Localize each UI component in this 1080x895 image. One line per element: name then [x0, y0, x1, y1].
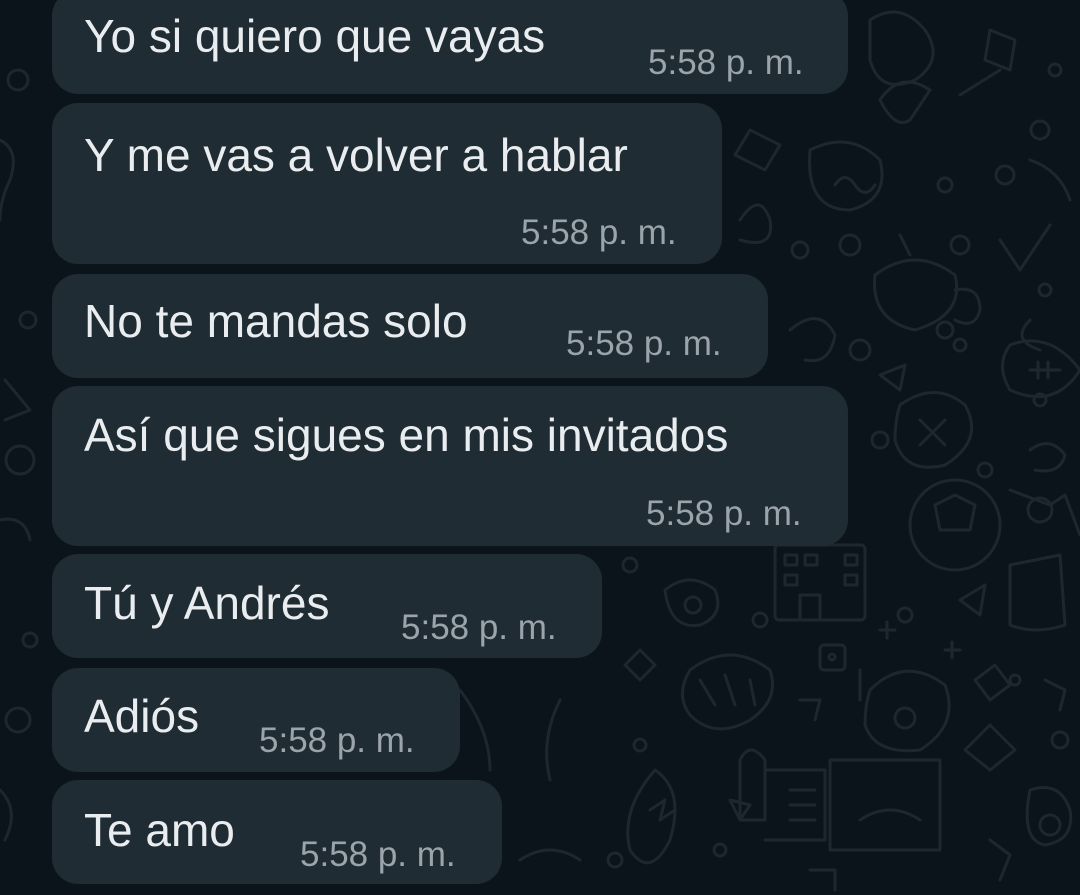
message-timestamp: 5:58 p. m. [259, 721, 415, 760]
message-bubble[interactable]: Tú y Andrés 5:58 p. m. [52, 554, 602, 658]
chat-thread: Yo si quiero que vayas 5:58 p. m. Y me v… [0, 0, 1080, 895]
message-bubble[interactable]: Te amo 5:58 p. m. [52, 780, 502, 884]
message-text: Te amo [84, 804, 235, 856]
message-timestamp: 5:58 p. m. [648, 43, 804, 82]
message-timestamp: 5:58 p. m. [646, 494, 802, 533]
message-text: Tú y Andrés [84, 577, 330, 629]
message-text: Adiós [84, 690, 200, 742]
message-text: Y me vas a volver a hablar [84, 129, 628, 181]
message-text: Así que sigues en mis invitados [84, 409, 729, 461]
message-text: No te mandas solo [84, 295, 468, 347]
message-timestamp: 5:58 p. m. [566, 324, 722, 363]
message-timestamp: 5:58 p. m. [300, 835, 456, 874]
message-timestamp: 5:58 p. m. [401, 608, 557, 647]
message-bubble[interactable]: Y me vas a volver a hablar 5:58 p. m. [52, 103, 722, 264]
message-bubble[interactable]: No te mandas solo 5:58 p. m. [52, 274, 768, 378]
message-bubble[interactable]: Adiós 5:58 p. m. [52, 668, 460, 772]
message-timestamp: 5:58 p. m. [521, 213, 677, 252]
message-bubble[interactable]: Yo si quiero que vayas 5:58 p. m. [52, 0, 848, 94]
message-bubble[interactable]: Así que sigues en mis invitados 5:58 p. … [52, 386, 848, 546]
message-text: Yo si quiero que vayas [84, 10, 546, 62]
